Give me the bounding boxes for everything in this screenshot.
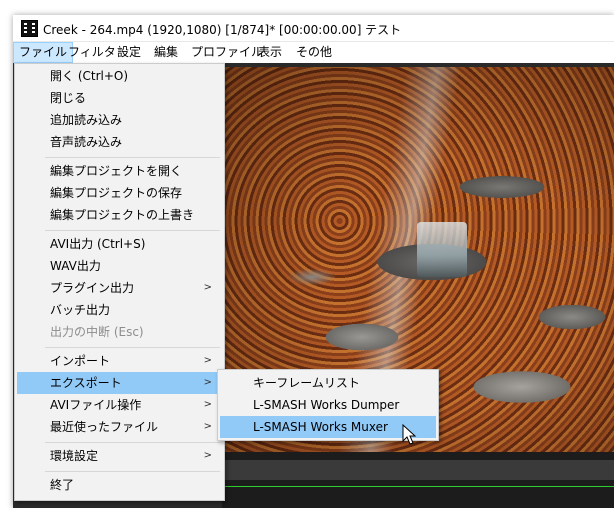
menu-item-batch-output[interactable]: バッチ出力	[17, 299, 222, 321]
menu-separator	[45, 157, 220, 158]
menu-item-label: 追加読み込み	[50, 113, 123, 127]
menu-separator	[45, 471, 220, 472]
chevron-right-icon: >	[203, 355, 212, 366]
menu-item-overwrite-project[interactable]: 編集プロジェクトの上書き	[17, 204, 222, 226]
submenu-item-label: L-SMASH Works Dumper	[253, 398, 400, 412]
submenu-item-keyframe-list[interactable]: キーフレームリスト	[220, 372, 436, 394]
chevron-right-icon: >	[203, 421, 212, 432]
submenu-item-label: L-SMASH Works Muxer	[253, 420, 388, 434]
menu-item-label: インポート	[50, 354, 111, 368]
menu-item-wav-output[interactable]: WAV出力	[17, 255, 222, 277]
timeline-area[interactable]	[222, 452, 614, 508]
menu-item-label: 閉じる	[50, 91, 87, 105]
menu-item-export[interactable]: エクスポート >	[17, 372, 222, 394]
menu-item-label: 開く (Ctrl+O)	[50, 69, 129, 83]
title-bar[interactable]: Creek - 264.mp4 (1920,1080) [1/874]* [00…	[13, 15, 614, 42]
menu-item-label: 環境設定	[50, 449, 99, 463]
menu-item-close[interactable]: 閉じる	[17, 87, 222, 109]
submenu-item-lsmash-dumper[interactable]: L-SMASH Works Dumper	[220, 394, 436, 416]
menu-item-label: AVI出力 (Ctrl+S)	[50, 237, 146, 251]
menu-item-label: WAV出力	[50, 259, 101, 273]
menu-item-label: 編集プロジェクトの保存	[50, 186, 183, 200]
menu-separator	[45, 347, 220, 348]
timeline-marker-line	[222, 486, 614, 487]
menu-item-save-project[interactable]: 編集プロジェクトの保存	[17, 182, 222, 204]
menu-edit[interactable]: 編集	[149, 42, 183, 63]
menu-item-audio-load[interactable]: 音声読み込み	[17, 131, 222, 153]
menu-item-preferences[interactable]: 環境設定 >	[17, 445, 222, 467]
menu-item-label: 最近使ったファイル	[50, 420, 159, 434]
menu-item-append-load[interactable]: 追加読み込み	[17, 109, 222, 131]
menu-item-label: 編集プロジェクトの上書き	[50, 208, 195, 222]
menu-bar: ファイル フィルタ 設定 編集 プロファイル 表示 その他	[13, 42, 614, 63]
menu-item-import[interactable]: インポート >	[17, 350, 222, 372]
window-title: Creek - 264.mp4 (1920,1080) [1/874]* [00…	[43, 23, 402, 37]
chevron-right-icon: >	[203, 399, 212, 410]
menu-item-avi-file-ops[interactable]: AVIファイル操作 >	[17, 394, 222, 416]
menu-item-exit[interactable]: 終了	[17, 474, 222, 496]
menu-item-open[interactable]: 開く (Ctrl+O)	[17, 65, 222, 87]
menu-separator	[45, 442, 220, 443]
file-menu-dropdown: 開く (Ctrl+O) 閉じる 追加読み込み 音声読み込み 編集プロジェクトを開…	[14, 63, 225, 501]
menu-item-label: エクスポート	[50, 376, 122, 390]
menu-item-recent-files[interactable]: 最近使ったファイル >	[17, 416, 222, 438]
menu-item-label: 音声読み込み	[50, 135, 123, 149]
mouse-pointer-icon	[402, 424, 417, 445]
menu-item-label: プラグイン出力	[50, 281, 135, 295]
film-icon[interactable]	[21, 20, 38, 37]
menu-item-abort-output: 出力の中断 (Esc)	[17, 321, 222, 343]
menu-view[interactable]: 表示	[253, 42, 287, 63]
menu-item-label: バッチ出力	[50, 303, 111, 317]
menu-item-open-project[interactable]: 編集プロジェクトを開く	[17, 160, 222, 182]
menu-item-label: 終了	[50, 478, 75, 492]
menu-settings[interactable]: 設定	[112, 42, 146, 63]
timeline-track[interactable]	[222, 460, 614, 480]
menu-item-label: AVIファイル操作	[50, 398, 142, 412]
menu-item-plugin-output[interactable]: プラグイン出力 >	[17, 277, 222, 299]
submenu-item-label: キーフレームリスト	[253, 376, 360, 390]
menu-item-label: 出力の中断 (Esc)	[50, 325, 144, 339]
chevron-right-icon: >	[203, 450, 212, 461]
menu-separator	[45, 230, 220, 231]
menu-item-label: 編集プロジェクトを開く	[50, 164, 183, 178]
menu-item-avi-output[interactable]: AVI出力 (Ctrl+S)	[17, 233, 222, 255]
chevron-right-icon: >	[203, 377, 212, 388]
menu-other[interactable]: その他	[291, 42, 337, 63]
chevron-right-icon: >	[203, 282, 212, 293]
